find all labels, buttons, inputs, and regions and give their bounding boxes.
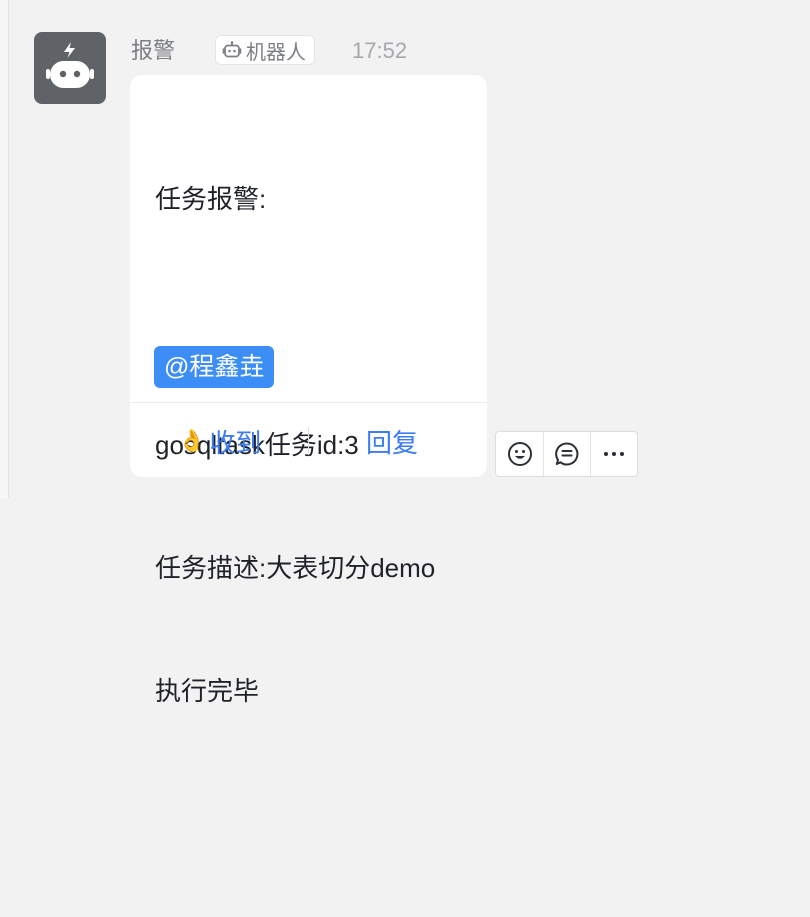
message-line: 任务报警: [155, 184, 267, 214]
sender-name[interactable]: 报警 [131, 37, 175, 65]
card-divider [130, 402, 487, 403]
message-line: 任务描述:大表切分demo [155, 553, 436, 583]
left-pane-border [0, 0, 9, 498]
bot-avatar[interactable] [34, 32, 106, 104]
bot-badge: 机器人 [215, 35, 315, 65]
message-body: 任务报警: gosqltask任务id:3 任务描述:大表切分demo 执行完毕 [155, 97, 435, 917]
more-icon [604, 452, 624, 456]
message-card: 任务报警: gosqltask任务id:3 任务描述:大表切分demo 执行完毕… [130, 75, 487, 706]
emoji-icon [507, 442, 532, 466]
comment-button[interactable] [543, 432, 590, 476]
message-line: 执行完毕 [155, 676, 260, 706]
reply-button[interactable]: 回复 [366, 421, 418, 461]
ack-button[interactable]: 👌 收到 [178, 421, 261, 461]
message-line [155, 794, 435, 835]
ack-button-label: 收到 [209, 427, 262, 458]
robot-face-icon [46, 42, 94, 88]
ok-hand-icon: 👌 [178, 428, 206, 453]
message-line [155, 302, 435, 343]
bot-badge-label: 机器人 [246, 41, 306, 64]
emoji-reaction-button[interactable] [496, 432, 543, 476]
message-toolbar [495, 431, 638, 477]
more-button[interactable] [590, 432, 637, 476]
message-timestamp: 17:52 [352, 38, 408, 63]
robot-icon [222, 40, 242, 60]
mention-tag[interactable]: @程鑫垚 [154, 346, 275, 388]
comment-icon [555, 442, 579, 466]
button-separator [308, 427, 309, 455]
reply-button-label: 回复 [366, 427, 419, 458]
